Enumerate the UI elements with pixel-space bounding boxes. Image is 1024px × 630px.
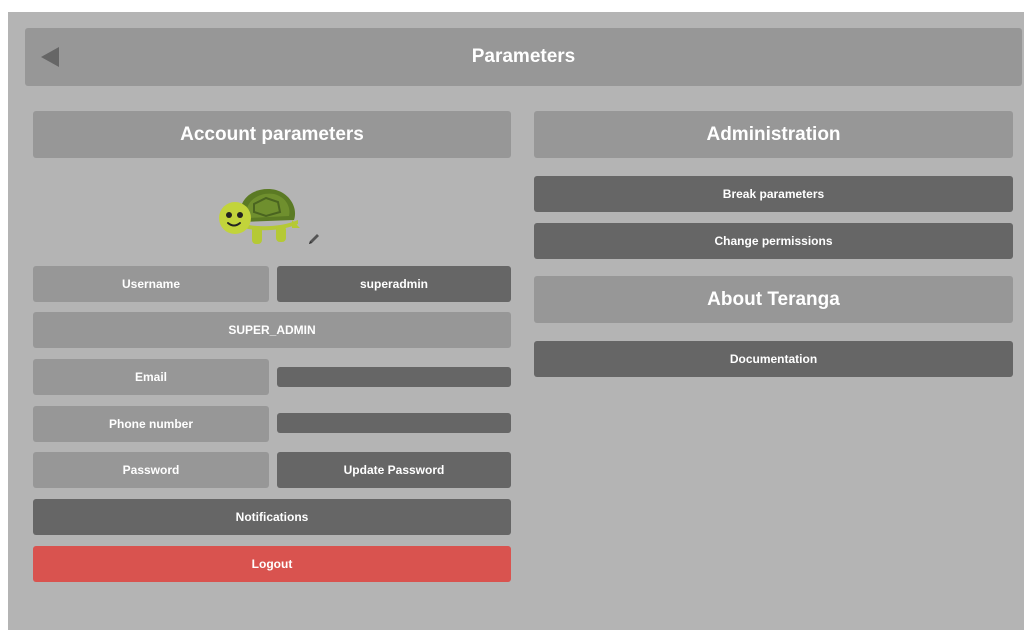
break-parameters-button[interactable]: Break parameters <box>534 176 1013 212</box>
turtle-avatar-icon[interactable] <box>218 182 300 252</box>
change-permissions-button[interactable]: Change permissions <box>534 223 1013 259</box>
about-heading: About Teranga <box>534 276 1013 323</box>
username-value: superadmin <box>277 266 511 302</box>
username-label: Username <box>33 266 269 302</box>
logout-button[interactable]: Logout <box>33 546 511 582</box>
documentation-button[interactable]: Documentation <box>534 341 1013 377</box>
top-bar: Parameters <box>25 28 1022 86</box>
email-field[interactable] <box>277 367 511 387</box>
administration-heading: Administration <box>534 111 1013 158</box>
pencil-icon[interactable] <box>307 232 321 246</box>
phone-number-label: Phone number <box>33 406 269 442</box>
update-password-button[interactable]: Update Password <box>277 452 511 488</box>
account-parameters-heading: Account parameters <box>33 111 511 158</box>
password-label: Password <box>33 452 269 488</box>
phone-number-field[interactable] <box>277 413 511 433</box>
page-title: Parameters <box>471 46 576 67</box>
email-label: Email <box>33 359 269 395</box>
notifications-button[interactable]: Notifications <box>33 499 511 535</box>
role-badge: SUPER_ADMIN <box>33 312 511 348</box>
